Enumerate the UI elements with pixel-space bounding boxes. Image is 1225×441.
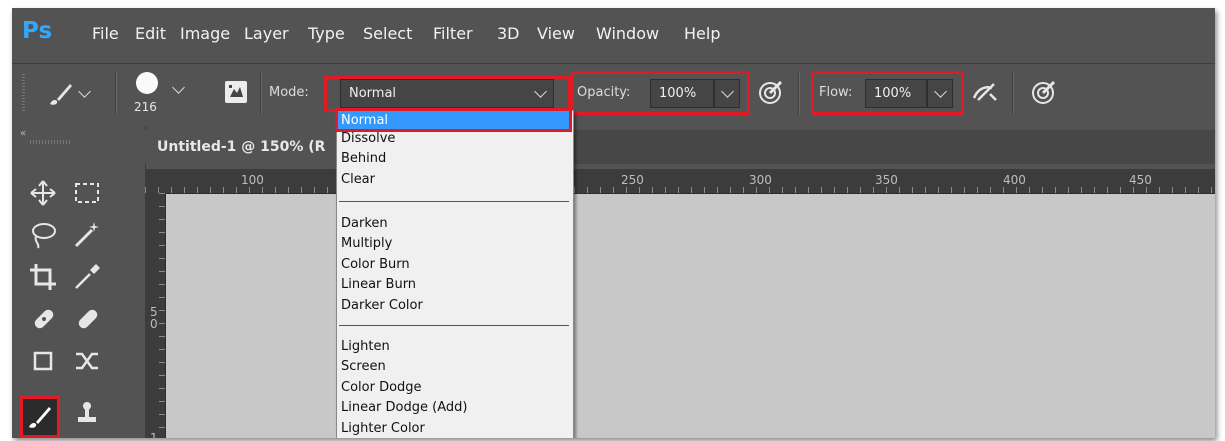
menu-window[interactable]: Window (596, 24, 659, 43)
clone-stamp-tool-icon[interactable] (70, 396, 104, 430)
menu-separator (339, 201, 569, 202)
ruler-tick-label: 400 (1003, 173, 1026, 187)
blend-option-dissolve[interactable]: Dissolve (337, 129, 571, 149)
menu-filter[interactable]: Filter (433, 24, 473, 43)
menu-help[interactable]: Help (684, 24, 720, 43)
menu-bar: Ps File Edit Image Layer Type Select Fil… (12, 8, 1215, 60)
document-tab-title: Untitled-1 @ 150% (R (157, 139, 326, 155)
ruler-tick-label: 1 (150, 431, 158, 438)
flow-highlight-box (811, 71, 964, 115)
blend-option-color-dodge[interactable]: Color Dodge (337, 378, 571, 398)
tools-panel: « (12, 126, 146, 438)
blend-option-lighten[interactable]: Lighten (337, 337, 571, 357)
pressure-size-button[interactable] (1028, 78, 1058, 108)
pen-pressure-icon (759, 80, 783, 104)
panel-grip[interactable] (30, 140, 70, 144)
mode-highlight-box (324, 76, 571, 112)
blend-option-color-burn[interactable]: Color Burn (337, 255, 571, 275)
brush-tool-icon[interactable] (20, 396, 60, 438)
blend-option-multiply[interactable]: Multiply (337, 234, 571, 254)
airbrush-icon (972, 83, 997, 101)
brush-icon (50, 84, 72, 105)
menu-image[interactable]: Image (180, 24, 230, 43)
brush-panel-icon (229, 85, 243, 97)
crop-tool-icon[interactable] (26, 260, 60, 294)
menu-layer[interactable]: Layer (244, 24, 289, 43)
menu-view[interactable]: View (537, 24, 575, 43)
collapse-icon[interactable]: « (20, 128, 26, 139)
opacity-highlight-box (571, 71, 750, 115)
patch-tool-icon[interactable] (26, 344, 60, 378)
document-canvas[interactable] (166, 194, 1215, 438)
menu-select[interactable]: Select (363, 24, 412, 43)
ruler-tick-label: 450 (1129, 173, 1152, 187)
normal-option-highlight-box (335, 108, 572, 132)
blend-option-screen[interactable]: Screen (337, 357, 571, 377)
blend-option-linear-burn[interactable]: Linear Burn (337, 275, 571, 295)
lasso-tool-icon[interactable] (26, 218, 60, 252)
brush-size-value: 216 (134, 100, 157, 114)
menu-edit[interactable]: Edit (135, 24, 166, 43)
brush-settings-toggle[interactable] (225, 81, 247, 103)
ruler-tick-label: 100 (241, 173, 264, 187)
chevron-down-icon (78, 85, 91, 98)
menu-file[interactable]: File (92, 24, 119, 43)
content-aware-move-tool-icon[interactable] (70, 344, 104, 378)
ruler-tick-label: 0 (150, 317, 158, 331)
tool-preset-picker[interactable] (40, 74, 100, 112)
horizontal-ruler: 100 250 300 350 400 450 (145, 169, 1215, 194)
menu-separator (339, 325, 569, 326)
ruler-tick-label: 300 (749, 173, 772, 187)
blend-option-linear-dodge-add[interactable]: Linear Dodge (Add) (337, 398, 571, 418)
divider (115, 72, 117, 114)
chevron-down-icon (172, 81, 185, 94)
divider (260, 72, 262, 114)
blend-option-lighter-color[interactable]: Lighter Color (337, 419, 571, 438)
divider (798, 72, 800, 114)
mode-label: Mode: (269, 85, 309, 100)
blend-option-darken[interactable]: Darken (337, 214, 571, 234)
move-tool-icon[interactable] (26, 176, 60, 210)
ruler-ticks (145, 187, 1215, 193)
brush-tip-preview (136, 72, 158, 94)
marquee-tool-icon[interactable] (70, 176, 104, 210)
ruler-ticks (159, 193, 165, 438)
grip-handle[interactable] (22, 74, 25, 112)
eyedropper-tool-icon[interactable] (70, 260, 104, 294)
blend-mode-dropdown-list: Normal Dissolve Behind Clear Darken Mult… (336, 110, 574, 438)
divider (1012, 72, 1014, 114)
magic-wand-tool-icon[interactable] (70, 218, 104, 252)
blend-option-behind[interactable]: Behind (337, 149, 571, 169)
menu-type[interactable]: Type (308, 24, 345, 43)
blend-option-clear[interactable]: Clear (337, 170, 571, 190)
brush-preset-picker[interactable]: 216 (130, 70, 210, 116)
vertical-ruler: 5 0 1 (145, 193, 166, 438)
ruler-tick-label: 350 (875, 173, 898, 187)
pen-pressure-icon (1032, 80, 1056, 104)
blend-option-darker-color[interactable]: Darker Color (337, 296, 571, 316)
document-tab-bar: Untitled-1 @ 150% (R (145, 130, 1215, 164)
photoshop-window: Ps File Edit Image Layer Type Select Fil… (12, 8, 1215, 438)
pressure-opacity-button[interactable] (755, 78, 785, 108)
spot-healing-tool-icon[interactable] (26, 302, 60, 336)
ps-logo: Ps (22, 18, 53, 44)
menu-3d[interactable]: 3D (497, 24, 520, 43)
healing-brush-tool-icon[interactable] (70, 302, 104, 336)
airbrush-button[interactable] (970, 78, 1000, 108)
ruler-tick-label: 250 (621, 173, 644, 187)
